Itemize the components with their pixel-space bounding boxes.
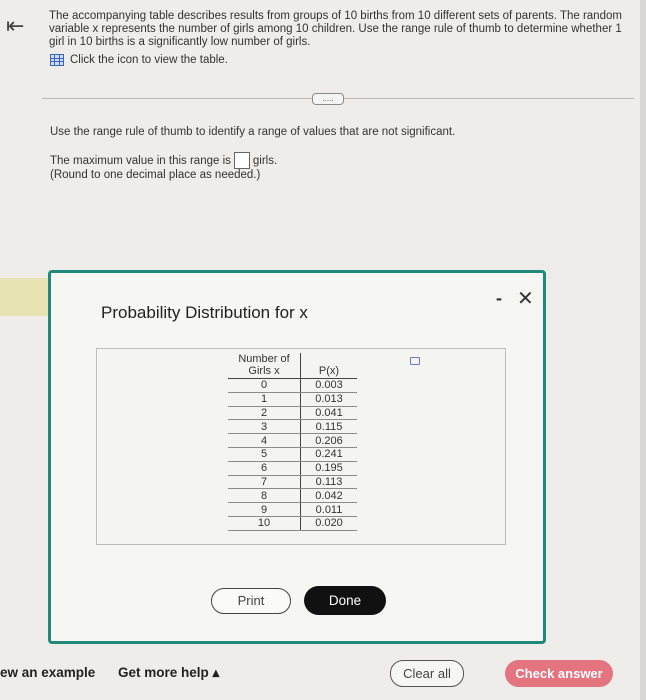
table-row: 10 0.020 [228, 516, 357, 531]
question-prompt: Use the range rule of thumb to identify … [50, 126, 456, 138]
cell-px: 0.020 [300, 516, 357, 531]
table-icon[interactable] [50, 54, 64, 66]
cell-x: 2 [228, 406, 301, 421]
scrollbar-track[interactable] [640, 0, 646, 700]
copy-icon[interactable] [410, 357, 420, 365]
table-panel: Number of Girls x P(x) 0 0.003 1 0.013 2 0.04… [96, 348, 506, 545]
clear-all-button[interactable]: Clear all [390, 660, 464, 687]
cell-px: 0.041 [300, 406, 357, 421]
table-row: 2 0.041 [228, 406, 357, 421]
cell-x: 5 [228, 447, 301, 462]
header-girls-x: Number of Girls x [228, 353, 301, 379]
cell-x: 7 [228, 475, 301, 490]
cell-x: 1 [228, 392, 301, 407]
highlight-band [0, 278, 48, 316]
close-icon[interactable]: ✕ [517, 286, 534, 310]
cell-px: 0.042 [300, 488, 357, 504]
answer-line: The maximum value in this range is girls… [50, 152, 277, 169]
cell-px: 0.241 [300, 447, 357, 462]
question-page: ⇤ The accompanying table describes resul… [0, 0, 646, 700]
get-more-help-button[interactable]: Get more help ▴ [118, 665, 219, 681]
table-row: 9 0.011 [228, 502, 357, 517]
check-answer-button[interactable]: Check answer [505, 660, 613, 687]
table-row: 0 0.003 [228, 378, 357, 393]
print-button[interactable]: Print [211, 588, 291, 614]
distribution-table: Number of Girls x P(x) 0 0.003 1 0.013 2 0.04… [228, 353, 357, 531]
back-arrow-icon[interactable]: ⇤ [6, 14, 24, 39]
table-row: 7 0.113 [228, 475, 357, 490]
table-row: 8 0.042 [228, 488, 357, 504]
cell-px: 0.195 [300, 461, 357, 476]
cell-x: 6 [228, 461, 301, 476]
table-row: 1 0.013 [228, 392, 357, 407]
table-row: 5 0.241 [228, 447, 357, 462]
expand-more-button[interactable]: ..... [312, 93, 344, 105]
cell-x: 9 [228, 502, 301, 517]
view-example-link[interactable]: ew an example [0, 665, 95, 680]
cell-px: 0.013 [300, 392, 357, 407]
answer-suffix: girls. [252, 154, 278, 167]
rounding-note: (Round to one decimal place as needed.) [50, 169, 261, 181]
header-px: P(x) [300, 353, 357, 379]
cell-px: 0.003 [300, 378, 357, 393]
cell-x: 3 [228, 419, 301, 435]
cell-x: 10 [228, 516, 301, 531]
table-row: 4 0.206 [228, 433, 357, 448]
minimize-icon[interactable]: - [496, 288, 502, 309]
cell-px: 0.011 [300, 502, 357, 517]
cell-x: 0 [228, 378, 301, 393]
answer-input[interactable] [233, 152, 250, 169]
distribution-dialog: Probability Distribution for x - ✕ Numbe… [48, 270, 546, 644]
cell-px: 0.206 [300, 433, 357, 448]
done-button[interactable]: Done [304, 586, 386, 615]
cell-x: 8 [228, 488, 301, 504]
cell-x: 4 [228, 433, 301, 448]
cell-px: 0.115 [300, 419, 357, 435]
question-intro: The accompanying table describes results… [49, 10, 622, 48]
table-row: 3 0.115 [228, 419, 357, 435]
dialog-title: Probability Distribution for x [101, 303, 308, 322]
answer-prefix: The maximum value in this range is [50, 154, 231, 167]
cell-px: 0.113 [300, 475, 357, 490]
view-table-link[interactable]: Click the icon to view the table. [50, 54, 228, 66]
view-table-label: Click the icon to view the table. [70, 54, 228, 66]
table-row: 6 0.195 [228, 461, 357, 476]
